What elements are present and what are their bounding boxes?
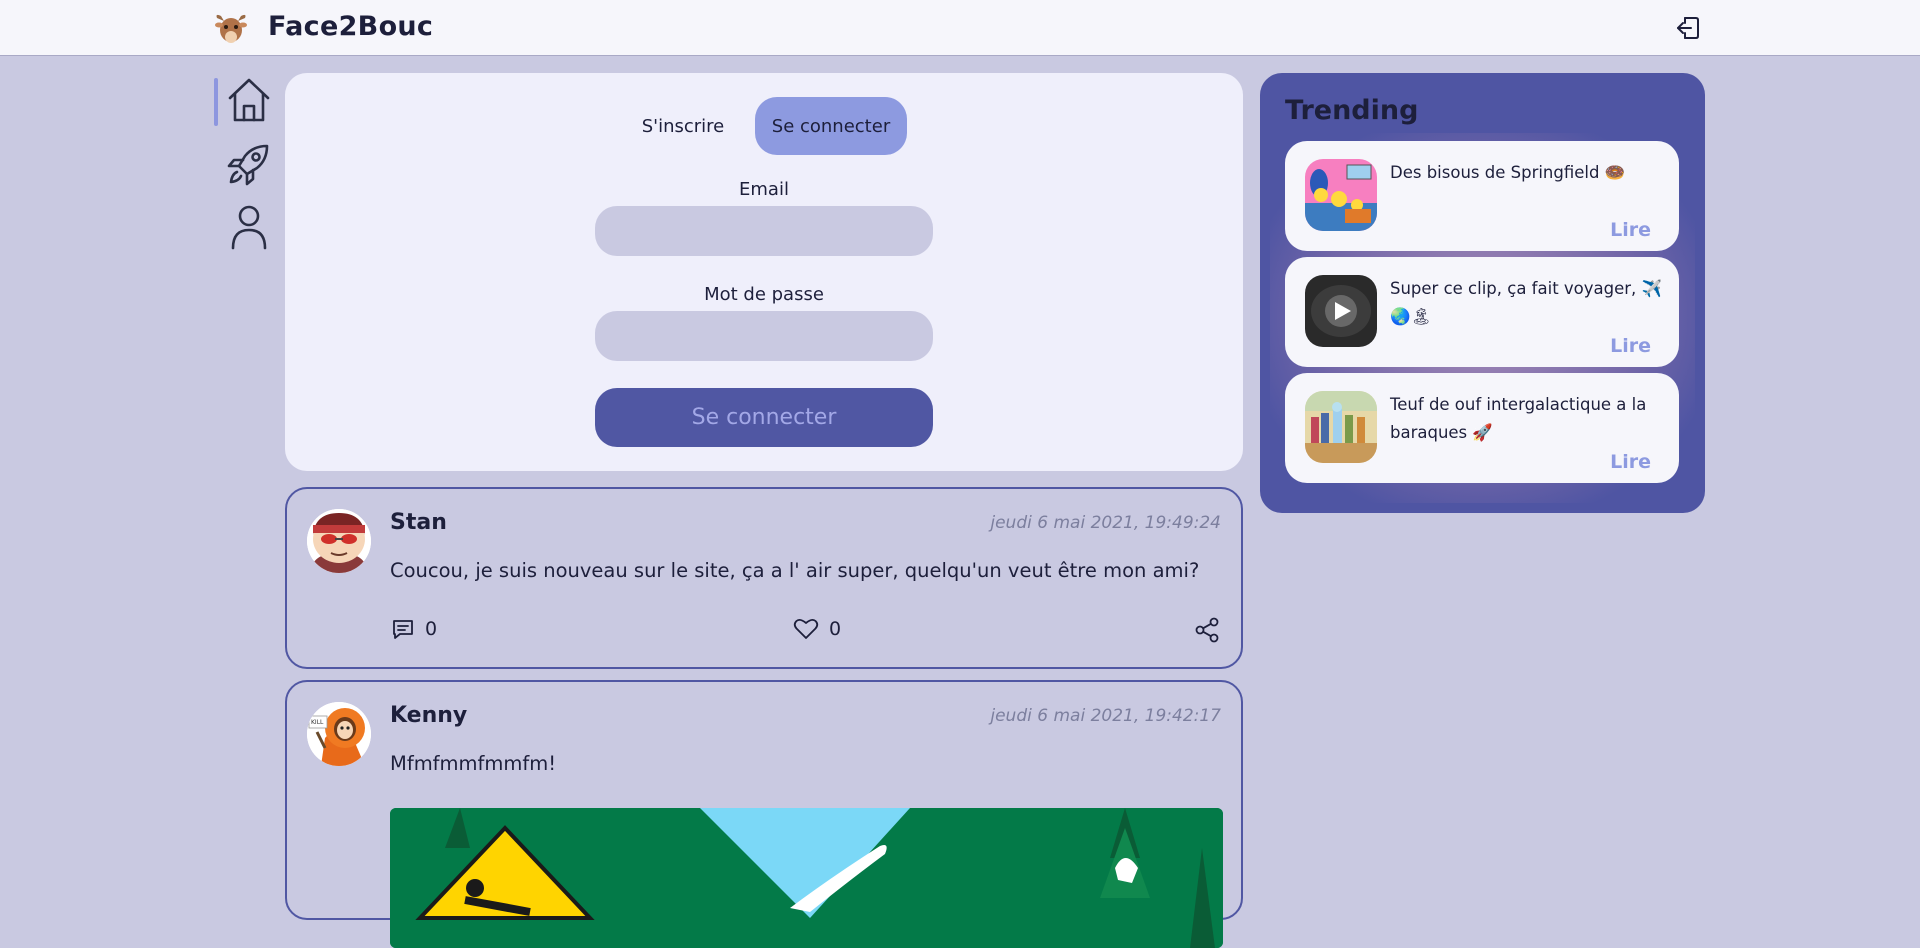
- trending-text: Teuf de ouf intergalactique a la baraque…: [1390, 395, 1647, 442]
- comment-count: 0: [425, 618, 438, 640]
- post-author[interactable]: Kenny: [390, 703, 467, 728]
- like-count: 0: [829, 618, 842, 640]
- login-card: S'inscrire Se connecter Email Mot de pas…: [285, 73, 1243, 471]
- post-date: jeudi 6 mai 2021, 19:49:24: [990, 513, 1221, 533]
- top-bar: Face2Bouc: [0, 0, 1920, 56]
- like-button[interactable]: 0: [793, 617, 841, 641]
- comment-icon: [393, 620, 413, 639]
- post-text: Mfmfmmfmmfm!: [390, 752, 557, 775]
- password-field[interactable]: [595, 311, 933, 361]
- trending-text: Des bisous de Springfield 🍩: [1390, 163, 1626, 182]
- share-button[interactable]: [1194, 617, 1230, 643]
- avatar[interactable]: [307, 509, 371, 573]
- tab-signup[interactable]: S'inscrire: [615, 97, 751, 155]
- post-text: Coucou, je suis nouveau sur le site, ça …: [390, 559, 1200, 582]
- brand-name[interactable]: Face2Bouc: [268, 11, 433, 42]
- trending-title: Trending: [1285, 95, 1419, 126]
- trending-item[interactable]: Teuf de ouf intergalactique a la baraque…: [1285, 373, 1679, 483]
- read-link[interactable]: Lire: [1610, 451, 1651, 473]
- heart-icon: [793, 618, 819, 639]
- trending-text: Super ce clip, ça fait voyager, ✈️🌏🏝: [1390, 279, 1663, 326]
- trending-thumbnail[interactable]: [1305, 159, 1377, 231]
- trending-thumbnail[interactable]: [1305, 275, 1377, 347]
- tab-login[interactable]: Se connecter: [755, 97, 907, 155]
- svg-text:KILL: KILL: [311, 719, 324, 726]
- avatar[interactable]: KILL: [307, 702, 371, 766]
- post-date: jeudi 6 mai 2021, 19:42:17: [990, 706, 1221, 726]
- nav-active-indicator: [214, 78, 218, 126]
- trending-item[interactable]: Des bisous de Springfield 🍩 Lire: [1285, 141, 1679, 251]
- trending-thumbnail[interactable]: [1305, 391, 1377, 463]
- login-submit-button[interactable]: Se connecter: [595, 388, 933, 447]
- read-link[interactable]: Lire: [1610, 335, 1651, 357]
- rocket-icon[interactable]: [225, 140, 273, 188]
- email-label: Email: [739, 179, 789, 200]
- home-icon[interactable]: [225, 76, 273, 124]
- logout-icon[interactable]: [1674, 14, 1702, 42]
- share-icon: [1195, 617, 1219, 643]
- email-field[interactable]: [595, 206, 933, 256]
- read-link[interactable]: Lire: [1610, 219, 1651, 241]
- post-image[interactable]: [390, 808, 1223, 948]
- password-label: Mot de passe: [704, 284, 824, 305]
- trending-item[interactable]: Super ce clip, ça fait voyager, ✈️🌏🏝 Lir…: [1285, 257, 1679, 367]
- post-card: KILL Kenny jeudi 6 mai 2021, 19:42:17 Mf…: [285, 680, 1243, 948]
- comment-button[interactable]: 0: [391, 617, 437, 641]
- trending-panel: Trending Des bisous de Springfield 🍩 Lir…: [1260, 73, 1705, 513]
- goat-head-icon[interactable]: [213, 12, 249, 46]
- post-card: Stan jeudi 6 mai 2021, 19:49:24 Coucou, …: [285, 487, 1243, 669]
- user-icon[interactable]: [225, 202, 273, 250]
- post-author[interactable]: Stan: [390, 510, 447, 535]
